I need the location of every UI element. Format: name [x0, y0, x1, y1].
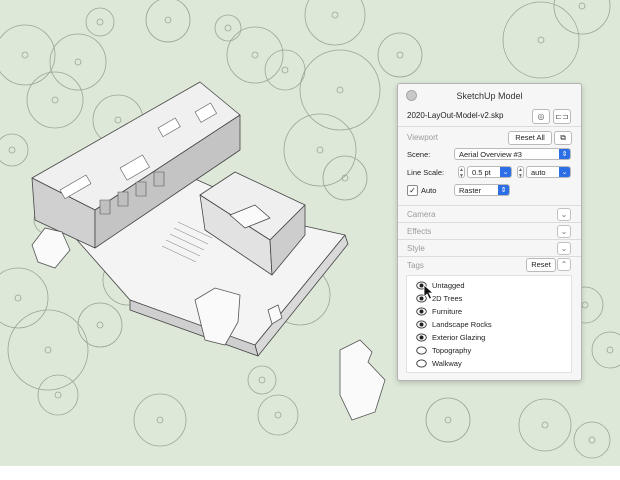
line-scale-value: 0.5 pt — [472, 168, 491, 177]
render-mode-value: Raster — [459, 186, 482, 195]
mouse-cursor-icon — [423, 284, 435, 300]
chevron-down-icon: ⌄ — [500, 167, 511, 177]
tag-label: Furniture — [432, 307, 463, 316]
chevron-down-icon[interactable]: ⌄ — [557, 242, 571, 255]
auto-checkbox[interactable]: ✓ — [407, 185, 418, 196]
tag-label: 2D Trees — [432, 294, 463, 303]
link-icon[interactable]: ⧉ — [554, 131, 572, 145]
camera-section-label[interactable]: Camera — [407, 210, 435, 219]
tag-label: Untagged — [432, 281, 465, 290]
style-section-label[interactable]: Style — [407, 244, 425, 253]
divider — [398, 256, 581, 257]
scene-label: Scene: — [407, 150, 431, 159]
file-name: 2020-LayOut-Model-v2.skp — [407, 111, 504, 120]
tag-row[interactable]: Topography — [407, 345, 567, 357]
divider — [398, 239, 581, 240]
target-icon[interactable]: ◎ — [532, 109, 550, 124]
eye-icon[interactable] — [416, 307, 427, 316]
eye-hidden-icon[interactable] — [416, 359, 427, 368]
sketchup-model-panel: SketchUp Model 2020-LayOut-Model-v2.skp … — [397, 83, 582, 381]
line-scale-stepper[interactable]: ▲ ▼ — [458, 166, 465, 179]
viewport-section-label: Viewport — [407, 133, 438, 142]
line-scale-auto-stepper[interactable]: ▲ ▼ — [517, 166, 524, 179]
line-scale-select[interactable]: 0.5 pt ⌄ — [467, 166, 512, 178]
divider — [398, 205, 581, 206]
tags-reset-button[interactable]: Reset — [526, 258, 556, 272]
line-scale-auto-select[interactable]: auto ⌄ — [526, 166, 571, 178]
scene-value: Aerial Overview #3 — [459, 150, 522, 159]
tag-label: Landscape Rocks — [432, 320, 492, 329]
line-scale-label: Line Scale: — [407, 168, 445, 177]
tag-row[interactable]: Walkway — [407, 358, 567, 370]
tag-row[interactable]: Furniture — [407, 306, 567, 318]
chevron-up-icon[interactable]: ⌃ — [557, 258, 571, 271]
tag-label: Topography — [432, 346, 472, 355]
tags-section-label[interactable]: Tags — [407, 261, 424, 270]
tags-list: Untagged 2D Trees Furniture Landscape Rocks… — [406, 275, 572, 373]
reset-all-button[interactable]: Reset All — [508, 131, 552, 145]
tag-row[interactable]: Exterior Glazing — [407, 332, 567, 344]
tag-label: Walkway — [432, 359, 462, 368]
chevron-down-icon: ⌄ — [559, 167, 570, 177]
chevron-down-icon[interactable]: ⌄ — [557, 225, 571, 238]
chevron-down-icon: ⇕ — [498, 185, 509, 195]
scene-select[interactable]: Aerial Overview #3 ⇕ — [454, 148, 571, 160]
render-mode-select[interactable]: Raster ⇕ — [454, 184, 510, 196]
auto-label: Auto — [421, 186, 437, 195]
file-row: 2020-LayOut-Model-v2.skp ◎ ⊏⊐ — [398, 106, 581, 127]
divider — [398, 222, 581, 223]
eye-icon[interactable] — [416, 333, 427, 342]
link-icon[interactable]: ⊏⊐ — [553, 109, 571, 124]
chevron-down-icon[interactable]: ⌄ — [557, 208, 571, 221]
eye-icon[interactable] — [416, 320, 427, 329]
tag-label: Exterior Glazing — [432, 333, 486, 342]
tag-row[interactable]: Landscape Rocks — [407, 319, 567, 331]
effects-section-label[interactable]: Effects — [407, 227, 431, 236]
eye-hidden-icon[interactable] — [416, 346, 427, 355]
panel-titlebar: SketchUp Model — [398, 84, 581, 106]
line-scale-auto-value: auto — [531, 168, 546, 177]
panel-title: SketchUp Model — [456, 91, 523, 101]
chevron-down-icon: ⇕ — [559, 149, 570, 159]
